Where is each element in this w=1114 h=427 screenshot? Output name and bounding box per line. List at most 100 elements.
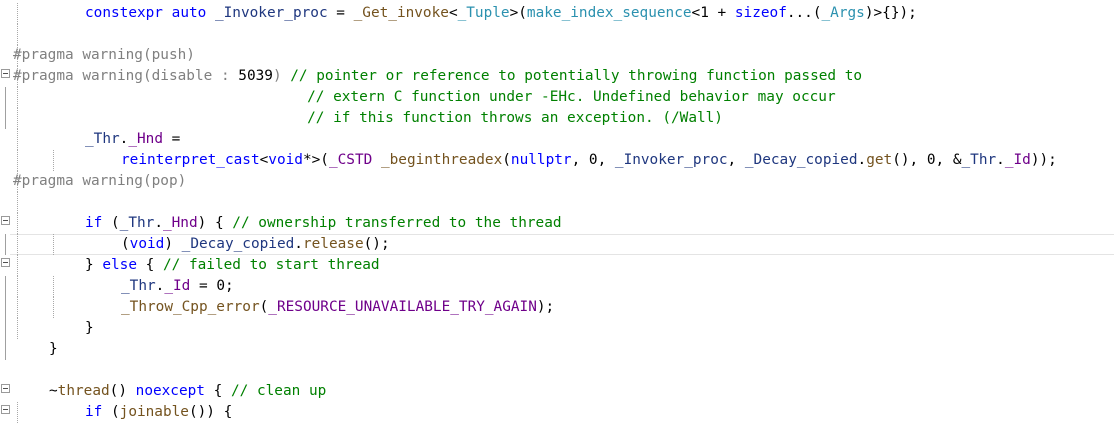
code-token: // clean up (230, 383, 327, 399)
code-token: _Id (1004, 152, 1031, 168)
code-token: warning(pop) (73, 173, 187, 189)
code-token: _Id (164, 278, 191, 294)
code-token: void (129, 236, 165, 252)
collapse-icon[interactable] (1, 216, 10, 225)
code-line[interactable] (0, 360, 1114, 381)
code-token: ~ (49, 383, 58, 399)
code-token: )>{}); (864, 5, 917, 21)
code-token: = (327, 5, 354, 21)
code-line[interactable] (0, 192, 1114, 213)
code-token: _Thr (85, 131, 120, 147)
code-text[interactable]: reinterpret_cast<void*>(_CSTD _beginthre… (121, 150, 1057, 171)
collapse-icon[interactable] (1, 405, 10, 414)
code-token: constexpr (85, 5, 163, 21)
code-line[interactable]: _Thr._Id = 0; (0, 276, 1114, 297)
code-text[interactable]: // extern C function under -EHc. Undefin… (307, 87, 836, 108)
code-token: } (85, 257, 103, 273)
fold-region-rail (5, 276, 6, 297)
code-line[interactable]: } else { // failed to start thread (0, 255, 1114, 276)
code-token: )); (1030, 152, 1057, 168)
code-line[interactable]: } (0, 339, 1114, 360)
fold-region-rail (5, 87, 6, 108)
code-token: _Hnd (128, 131, 163, 147)
code-token: _Get_invoke (353, 5, 449, 21)
code-token: . (857, 152, 867, 168)
code-token: _Thr (961, 152, 997, 168)
code-line[interactable]: #pragma warning(disable : 5039) // point… (0, 66, 1114, 87)
code-token: _CSTD (328, 152, 373, 168)
code-token: sizeof (734, 5, 787, 21)
code-token: // extern C function under -EHc. Undefin… (307, 89, 836, 105)
code-token: release (302, 236, 364, 252)
indent-guide (17, 255, 18, 276)
code-token: } (85, 320, 94, 336)
code-line[interactable]: _Throw_Cpp_error(_RESOURCE_UNAVAILABLE_T… (0, 297, 1114, 318)
indent-guide (17, 213, 18, 234)
code-text[interactable]: _Thr._Hnd = (85, 129, 180, 150)
code-text[interactable]: ~thread() noexcept { // clean up (49, 381, 326, 402)
code-token: _Thr (119, 215, 155, 231)
code-token: ( (121, 236, 130, 252)
indent-guide (17, 150, 18, 171)
collapse-icon[interactable] (1, 258, 10, 267)
code-token: // if this function throws an exception.… (307, 110, 723, 126)
code-line[interactable]: constexpr auto _Invoker_proc = _Get_invo… (0, 3, 1114, 24)
code-line[interactable]: // if this function throws an exception.… (0, 108, 1114, 129)
code-token: ...( (786, 5, 822, 21)
code-line[interactable] (0, 24, 1114, 45)
code-token: _Decay_copied (744, 152, 858, 168)
code-token: thread (57, 383, 110, 399)
code-text[interactable]: #pragma warning(push) (13, 45, 195, 66)
code-line[interactable]: // extern C function under -EHc. Undefin… (0, 87, 1114, 108)
code-text[interactable]: } (85, 318, 94, 339)
code-line[interactable]: if (joinable()) { (0, 402, 1114, 423)
indent-guide (17, 297, 18, 318)
code-text[interactable]: #pragma warning(pop) (13, 171, 186, 192)
indent-guide (53, 234, 54, 255)
code-line[interactable]: #pragma warning(push) (0, 45, 1114, 66)
code-token: _Invoker_proc (214, 5, 328, 21)
indent-guide (17, 108, 18, 129)
code-line[interactable]: ~thread() noexcept { // clean up (0, 381, 1114, 402)
code-text[interactable]: if (joinable()) { (85, 402, 232, 423)
code-text[interactable]: _Thr._Id = 0; (121, 276, 234, 297)
indent-guide (17, 402, 18, 423)
code-token: (); (363, 236, 390, 252)
code-token: joinable (119, 404, 189, 420)
code-token: noexcept (135, 383, 205, 399)
code-token: ) (272, 68, 291, 84)
code-line[interactable]: (void) _Decay_copied.release(); (0, 234, 1114, 255)
code-line[interactable]: _Thr._Hnd = (0, 129, 1114, 150)
code-token: . (154, 215, 163, 231)
code-text[interactable]: } else { // failed to start thread (85, 255, 380, 276)
code-token: auto (171, 5, 207, 21)
collapse-icon[interactable] (1, 69, 10, 78)
code-text[interactable]: // if this function throws an exception.… (307, 108, 723, 129)
code-token: if (85, 404, 103, 420)
code-text[interactable]: #pragma warning(disable : 5039) // point… (13, 66, 862, 87)
fold-region-rail (5, 339, 6, 360)
code-token: ( (502, 152, 511, 168)
code-line[interactable]: if (_Thr._Hnd) { // ownership transferre… (0, 213, 1114, 234)
code-editor[interactable]: constexpr auto _Invoker_proc = _Get_invo… (0, 0, 1114, 427)
collapse-icon[interactable] (1, 384, 10, 393)
code-token: _Args (821, 5, 865, 21)
code-line[interactable]: } (0, 318, 1114, 339)
code-line[interactable]: #pragma warning(pop) (0, 171, 1114, 192)
code-token: _beginthreadex (380, 152, 503, 168)
fold-region-rail (5, 108, 6, 129)
indent-guide (17, 234, 18, 255)
code-text[interactable]: if (_Thr._Hnd) { // ownership transferre… (85, 213, 562, 234)
code-line[interactable]: reinterpret_cast<void*>(_CSTD _beginthre… (0, 150, 1114, 171)
code-text[interactable]: _Throw_Cpp_error(_RESOURCE_UNAVAILABLE_T… (121, 297, 554, 318)
code-token: ( (102, 215, 120, 231)
code-text[interactable]: constexpr auto _Invoker_proc = _Get_invo… (85, 3, 917, 24)
fold-region-rail (5, 318, 6, 339)
code-token: make_index_sequence (526, 5, 692, 21)
code-token: if (85, 215, 103, 231)
code-text[interactable]: } (49, 339, 58, 360)
code-text[interactable]: (void) _Decay_copied.release(); (121, 234, 390, 255)
